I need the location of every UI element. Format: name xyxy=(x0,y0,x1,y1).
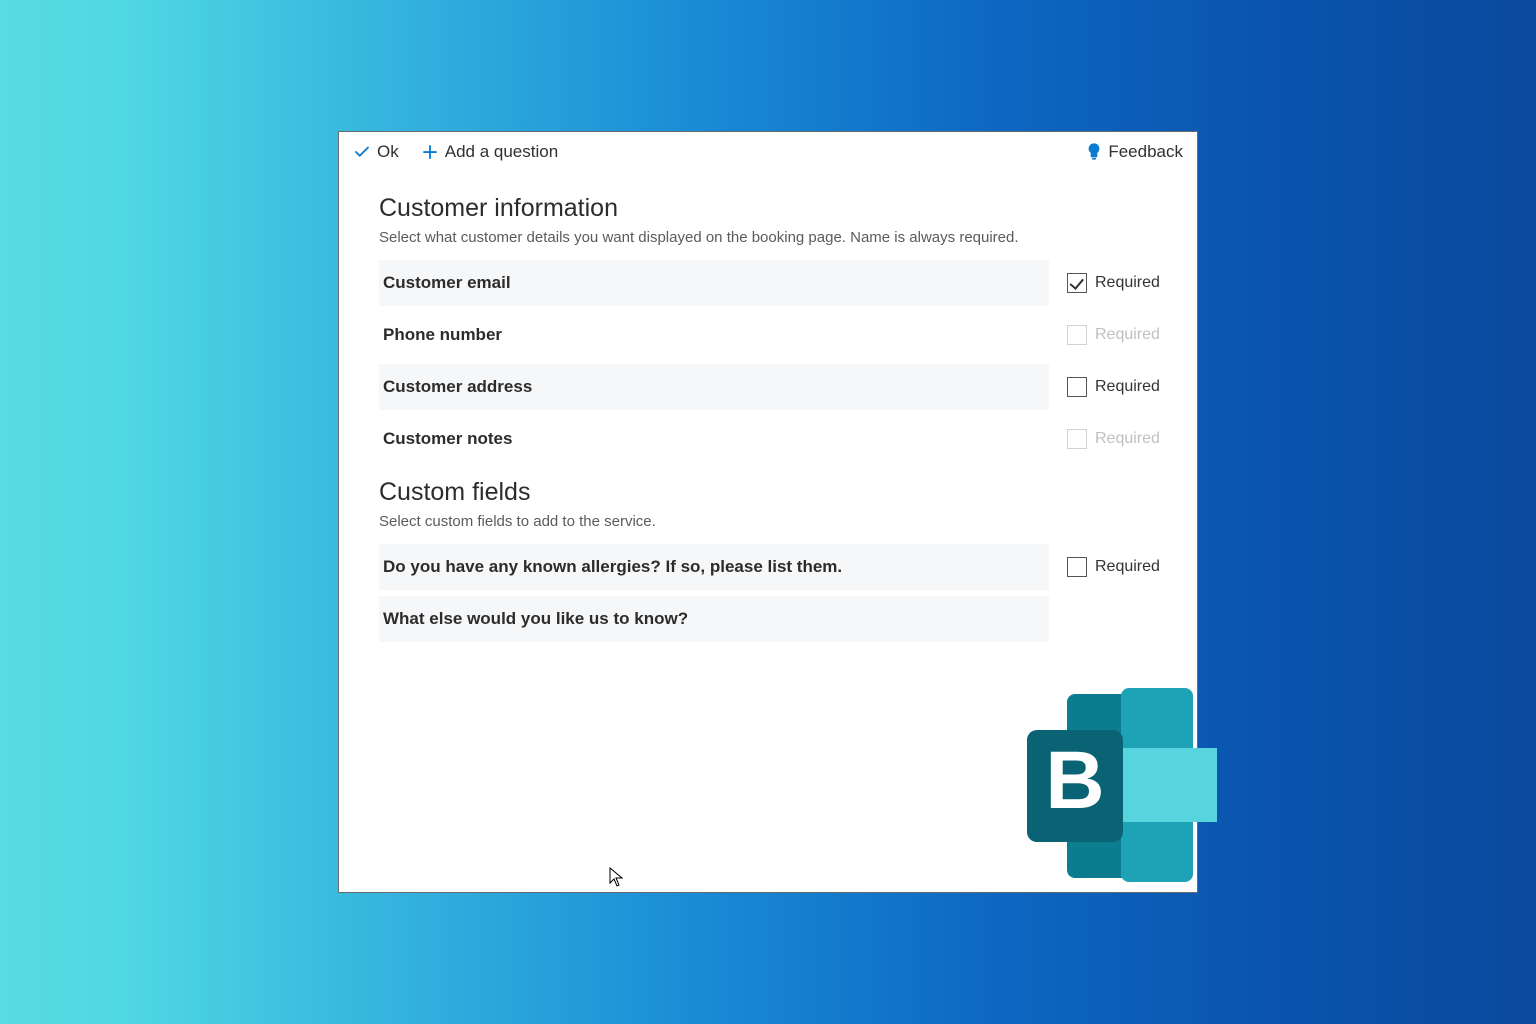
feedback-button[interactable]: Feedback xyxy=(1086,142,1183,162)
svg-text:B: B xyxy=(1045,735,1104,826)
customer-information-section: Customer information Select what custome… xyxy=(379,194,1179,462)
section-subtitle: Select custom fields to add to the servi… xyxy=(379,513,1179,530)
field-phone-number[interactable]: Phone number xyxy=(379,312,1049,358)
required-label: Required xyxy=(1095,326,1160,344)
bookings-logo-icon: B xyxy=(997,688,1217,888)
ok-label: Ok xyxy=(377,142,399,162)
toolbar: Ok Add a question Feedback xyxy=(339,132,1197,174)
field-row-customer-notes: Customer notes Required xyxy=(379,416,1179,462)
required-toggle: Required xyxy=(1067,325,1160,345)
checkbox-icon xyxy=(1067,325,1087,345)
field-row-what-else: What else would you like us to know? xyxy=(379,596,1179,642)
field-allergies[interactable]: Do you have any known allergies? If so, … xyxy=(379,544,1049,590)
field-row-customer-email: Customer email Required xyxy=(379,260,1179,306)
required-label: Required xyxy=(1095,430,1160,448)
checkbox-icon xyxy=(1067,429,1087,449)
field-customer-notes[interactable]: Customer notes xyxy=(379,416,1049,462)
lightbulb-icon xyxy=(1086,142,1102,162)
ok-button[interactable]: Ok xyxy=(353,142,399,162)
required-label: Required xyxy=(1095,378,1160,396)
field-row-allergies: Do you have any known allergies? If so, … xyxy=(379,544,1179,590)
field-row-phone-number: Phone number Required xyxy=(379,312,1179,358)
checkbox-icon xyxy=(1067,557,1087,577)
required-toggle[interactable]: Required xyxy=(1067,377,1160,397)
section-subtitle: Select what customer details you want di… xyxy=(379,229,1179,246)
checkbox-icon xyxy=(1067,273,1087,293)
plus-icon xyxy=(421,143,439,161)
field-customer-address[interactable]: Customer address xyxy=(379,364,1049,410)
check-icon xyxy=(353,143,371,161)
feedback-label: Feedback xyxy=(1108,142,1183,162)
settings-panel: Ok Add a question Feedback Customer info… xyxy=(338,131,1198,893)
content-area: Customer information Select what custome… xyxy=(339,174,1197,642)
required-toggle: Required xyxy=(1067,429,1160,449)
field-what-else[interactable]: What else would you like us to know? xyxy=(379,596,1049,642)
add-question-button[interactable]: Add a question xyxy=(421,142,558,162)
section-title: Customer information xyxy=(379,194,1179,223)
checkbox-icon xyxy=(1067,377,1087,397)
custom-fields-section: Custom fields Select custom fields to ad… xyxy=(379,478,1179,642)
required-label: Required xyxy=(1095,558,1160,576)
required-label: Required xyxy=(1095,274,1160,292)
field-customer-email[interactable]: Customer email xyxy=(379,260,1049,306)
mouse-cursor-icon xyxy=(609,867,623,887)
required-toggle[interactable]: Required xyxy=(1067,273,1160,293)
add-question-label: Add a question xyxy=(445,142,558,162)
field-row-customer-address: Customer address Required xyxy=(379,364,1179,410)
section-title: Custom fields xyxy=(379,478,1179,507)
required-toggle[interactable]: Required xyxy=(1067,557,1160,577)
